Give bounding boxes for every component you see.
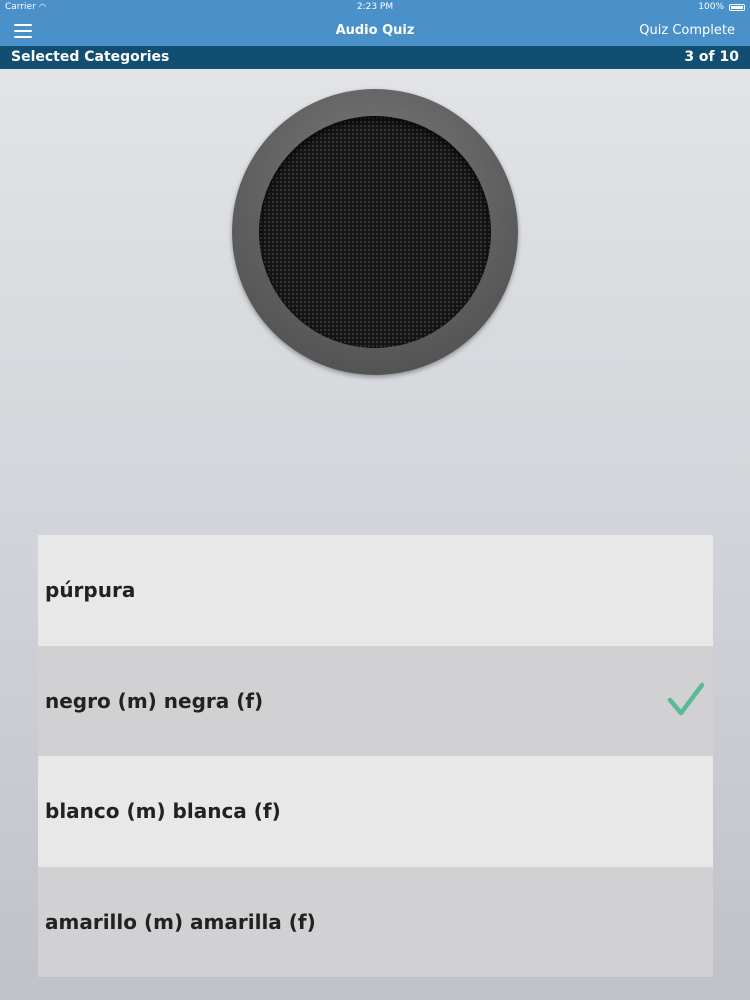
status-time: 2:23 PM <box>356 2 394 12</box>
checkmark-icon <box>667 682 705 715</box>
battery-percent: 100% <box>698 2 724 12</box>
speaker-play-button[interactable] <box>232 89 518 375</box>
speaker-play-icon <box>259 116 491 348</box>
answer-text: púrpura <box>45 578 136 602</box>
nav-bar: Audio Quiz Quiz Complete <box>0 16 750 46</box>
question-progress: 3 of 10 <box>684 49 739 65</box>
answer-option-4[interactable]: amarillo (m) amarilla (f) <box>38 866 713 977</box>
quiz-complete-button[interactable]: Quiz Complete <box>639 23 735 38</box>
answer-option-3[interactable]: blanco (m) blanca (f) <box>38 756 713 867</box>
answer-text: negro (m) negra (f) <box>45 688 264 713</box>
status-bar: Carrier ◠ 2:23 PM 100% <box>0 0 750 16</box>
answer-list: púrpura negro (m) negra (f) blanco (m) b… <box>38 535 713 977</box>
answer-option-1[interactable]: púrpura <box>38 535 713 646</box>
answer-text: amarillo (m) amarilla (f) <box>45 909 316 934</box>
page-title: Audio Quiz <box>335 23 415 38</box>
selected-categories-label: Selected Categories <box>11 49 170 65</box>
answer-option-2[interactable]: negro (m) negra (f) <box>38 645 713 756</box>
battery-icon <box>729 4 745 11</box>
answer-text: blanco (m) blanca (f) <box>45 799 281 823</box>
category-bar: Selected Categories 3 of 10 <box>0 46 750 69</box>
